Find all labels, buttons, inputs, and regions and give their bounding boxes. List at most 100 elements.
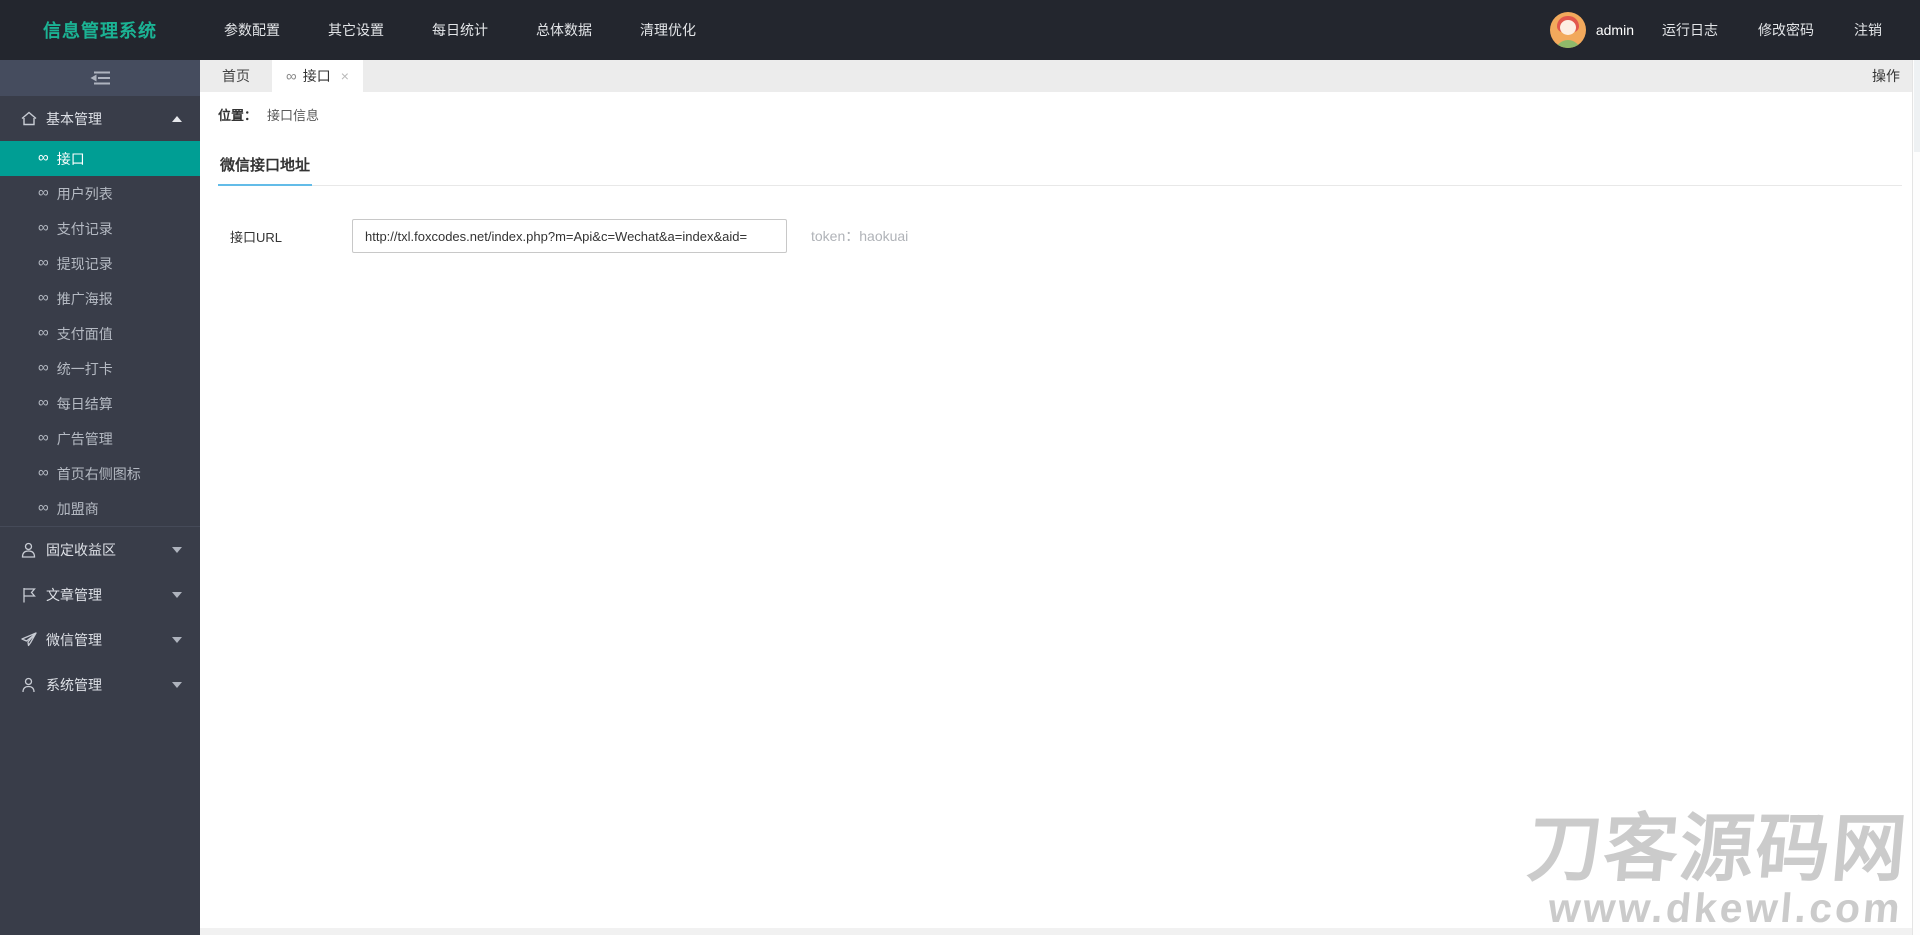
breadcrumb-current: 接口信息 xyxy=(267,107,320,123)
person-icon xyxy=(20,541,37,558)
navbar-menu: 参数配置 其它设置 每日统计 总体数据 清理优化 xyxy=(200,0,720,60)
section-header: 微信接口地址 xyxy=(218,136,1902,186)
site-watermark: 刀客源码网 www.dkewl.com xyxy=(1521,807,1912,931)
sidebar-item-user-list[interactable]: ∞ 用户列表 xyxy=(0,176,200,211)
main-layout: 基本管理 ∞ 接口 ∞ 用户列表 ∞ 支付记录 ∞ 提现记录 ∞ 推广海报 ∞ … xyxy=(0,60,1920,935)
chevron-down-icon xyxy=(172,636,182,643)
sidebar-item-franchisee[interactable]: ∞ 加盟商 xyxy=(0,491,200,526)
sidebar-group-block: 固定收益区 文章管理 微信管理 系统管理 xyxy=(0,526,200,707)
sidebar-group-wechat-management[interactable]: 微信管理 xyxy=(0,617,200,662)
url-field-label: 接口URL xyxy=(230,229,283,245)
sidebar-item-unified-checkin[interactable]: ∞ 统一打卡 xyxy=(0,351,200,386)
link-icon: ∞ xyxy=(286,67,297,85)
nav-item-logout[interactable]: 注销 xyxy=(1834,20,1902,40)
breadcrumb: 位置： 接口信息 xyxy=(200,92,1920,136)
sidebar-group-label: 系统管理 xyxy=(46,676,102,693)
sidebar-item-label: 广告管理 xyxy=(56,430,113,447)
token-text: token：haokuai xyxy=(811,228,909,244)
tab-label: 接口 xyxy=(302,68,331,84)
link-icon: ∞ xyxy=(38,429,49,446)
vertical-scrollbar[interactable] xyxy=(1912,60,1920,935)
sidebar-item-interface[interactable]: ∞ 接口 xyxy=(0,141,200,176)
sidebar-group-article-management[interactable]: 文章管理 xyxy=(0,572,200,617)
nav-item-daily-stats[interactable]: 每日统计 xyxy=(408,0,512,60)
chevron-up-icon xyxy=(172,115,182,122)
link-icon: ∞ xyxy=(38,324,49,341)
sidebar-group-system-management[interactable]: 系统管理 xyxy=(0,662,200,707)
link-icon: ∞ xyxy=(38,464,49,481)
sidebar-item-withdrawal-records[interactable]: ∞ 提现记录 xyxy=(0,246,200,281)
nav-item-overall-data[interactable]: 总体数据 xyxy=(512,0,616,60)
user-avatar[interactable] xyxy=(1549,12,1586,48)
avatar-shirt xyxy=(1554,40,1581,48)
navbar-right: admin 运行日志 修改密码 注销 xyxy=(1549,0,1920,60)
sidebar-item-label: 用户列表 xyxy=(56,185,113,202)
sidebar-group-label: 固定收益区 xyxy=(46,541,116,558)
watermark-url: www.dkewl.com xyxy=(1546,885,1905,931)
nav-item-other-settings[interactable]: 其它设置 xyxy=(304,0,408,60)
section-title-tab[interactable]: 微信接口地址 xyxy=(218,148,313,186)
sidebar-group-fixed-income[interactable]: 固定收益区 xyxy=(0,527,200,572)
chevron-down-icon xyxy=(172,591,182,598)
paper-plane-icon xyxy=(20,631,37,648)
sidebar-item-label: 首页右侧图标 xyxy=(56,465,141,482)
sidebar-item-label: 接口 xyxy=(56,150,85,167)
tab-interface[interactable]: ∞ 接口 × xyxy=(272,60,363,92)
nav-item-param-config[interactable]: 参数配置 xyxy=(200,0,304,60)
sidebar-item-payment-records[interactable]: ∞ 支付记录 xyxy=(0,211,200,246)
sidebar-item-label: 加盟商 xyxy=(56,500,99,517)
link-icon: ∞ xyxy=(38,254,49,271)
horizontal-scrollbar[interactable] xyxy=(200,928,1912,935)
interface-url-form-row: 接口URL token：haokuai xyxy=(218,219,1902,253)
nav-item-cleanup[interactable]: 清理优化 xyxy=(616,0,720,60)
sidebar-item-label: 支付记录 xyxy=(56,220,113,237)
sidebar-item-label: 提现记录 xyxy=(56,255,113,272)
breadcrumb-prefix: 位置： xyxy=(218,107,258,123)
sidebar-item-payment-value[interactable]: ∞ 支付面值 xyxy=(0,316,200,351)
close-icon[interactable]: × xyxy=(341,68,349,84)
scrollbar-thumb[interactable] xyxy=(1914,60,1920,152)
tab-action-button[interactable]: 操作 xyxy=(1872,60,1912,92)
sidebar-item-promo-poster[interactable]: ∞ 推广海报 xyxy=(0,281,200,316)
tab-bar: 首页 ∞ 接口 × 操作 xyxy=(200,60,1920,92)
sidebar-item-label: 支付面值 xyxy=(56,325,113,342)
link-icon: ∞ xyxy=(38,394,49,411)
main-panel: 首页 ∞ 接口 × 操作 位置： 接口信息 微信接口地址 接口URL token… xyxy=(200,60,1920,935)
sidebar-collapse-button[interactable] xyxy=(0,60,200,96)
nav-item-change-password[interactable]: 修改密码 xyxy=(1738,20,1834,40)
link-icon: ∞ xyxy=(38,499,49,516)
sidebar-group-basic-management[interactable]: 基本管理 xyxy=(0,96,200,141)
sidebar-submenu-basic: ∞ 接口 ∞ 用户列表 ∞ 支付记录 ∞ 提现记录 ∞ 推广海报 ∞ 支付面值 xyxy=(0,141,200,526)
link-icon: ∞ xyxy=(38,289,49,306)
avatar-face xyxy=(1559,20,1576,35)
sidebar: 基本管理 ∞ 接口 ∞ 用户列表 ∞ 支付记录 ∞ 提现记录 ∞ 推广海报 ∞ … xyxy=(0,60,200,935)
chevron-down-icon xyxy=(172,681,182,688)
sidebar-group-label: 基本管理 xyxy=(46,110,102,127)
sidebar-group-label: 文章管理 xyxy=(46,586,102,603)
user-icon xyxy=(20,676,37,693)
sidebar-group-label: 微信管理 xyxy=(46,631,102,648)
link-icon: ∞ xyxy=(38,149,49,166)
link-icon: ∞ xyxy=(38,184,49,201)
chevron-down-icon xyxy=(172,546,182,553)
content-area: 微信接口地址 接口URL token：haokuai 刀客源码网 www.dke… xyxy=(200,136,1920,935)
tab-label: 首页 xyxy=(222,68,250,84)
sidebar-item-label: 统一打卡 xyxy=(56,360,113,377)
username-label[interactable]: admin xyxy=(1596,22,1642,38)
tab-home[interactable]: 首页 xyxy=(200,60,272,92)
watermark-title: 刀客源码网 xyxy=(1524,807,1912,890)
navbar-spacer xyxy=(720,0,1550,60)
interface-url-input[interactable] xyxy=(352,219,787,253)
sidebar-item-label: 每日结算 xyxy=(56,395,113,412)
link-icon: ∞ xyxy=(38,219,49,236)
home-icon xyxy=(20,110,37,127)
sidebar-item-home-right-icons[interactable]: ∞ 首页右侧图标 xyxy=(0,456,200,491)
top-navbar: 信息管理系统 参数配置 其它设置 每日统计 总体数据 清理优化 admin 运行… xyxy=(0,0,1920,60)
sidebar-item-daily-settlement[interactable]: ∞ 每日结算 xyxy=(0,386,200,421)
nav-item-run-log[interactable]: 运行日志 xyxy=(1642,20,1738,40)
app-logo: 信息管理系统 xyxy=(43,21,157,41)
sidebar-item-ad-management[interactable]: ∞ 广告管理 xyxy=(0,421,200,456)
flag-icon xyxy=(20,586,37,603)
link-icon: ∞ xyxy=(38,359,49,376)
collapse-menu-icon xyxy=(90,71,110,85)
